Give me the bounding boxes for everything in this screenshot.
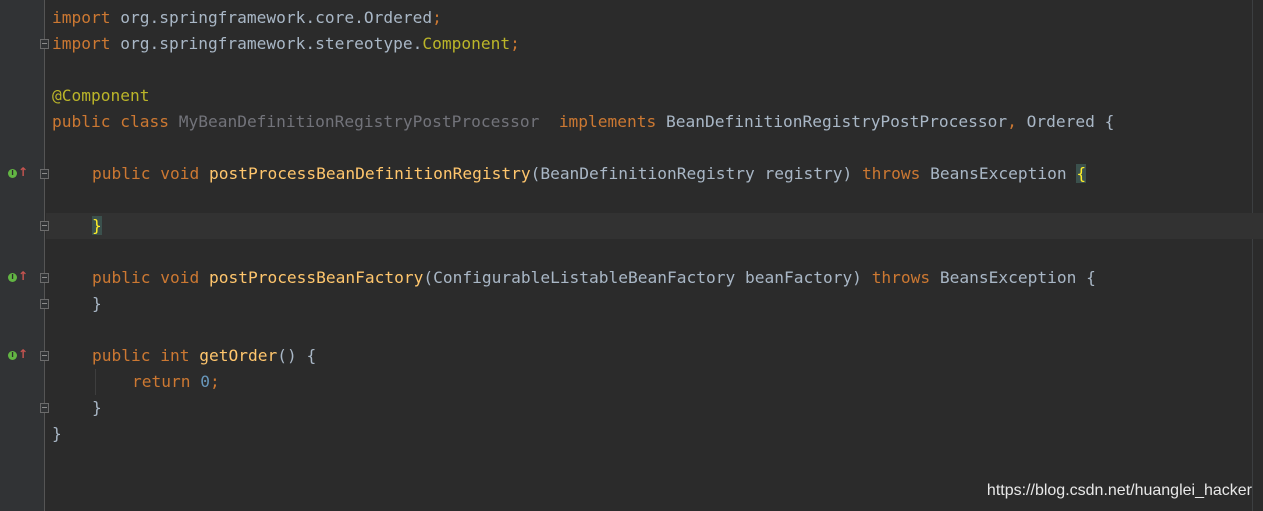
implements-circle-icon: I xyxy=(8,169,17,178)
semicolon: ; xyxy=(510,34,520,53)
keyword: return xyxy=(132,372,191,391)
arrow-up-icon: ↑ xyxy=(18,269,29,283)
fold-marker-icon[interactable] xyxy=(40,299,49,309)
keyword: int xyxy=(160,346,190,365)
implements-method-icon[interactable]: I ↑ xyxy=(8,347,29,363)
method-params: (ConfigurableListableBeanFactory beanFac… xyxy=(423,268,862,287)
code-line-close-brace: } xyxy=(92,213,102,239)
code-line-import-ordered: import org.springframework.core.Ordered; xyxy=(52,5,442,31)
implements-method-icon[interactable]: I ↑ xyxy=(8,269,29,285)
code-line-method-getorder: public int getOrder() { xyxy=(92,343,316,369)
brace: } xyxy=(52,424,62,443)
class-name: MyBeanDefinitionRegistryPostProcessor xyxy=(178,112,540,131)
semicolon: ; xyxy=(209,372,220,391)
method-params: (BeanDefinitionRegistry registry) xyxy=(530,164,853,183)
arrow-up-icon: ↑ xyxy=(18,347,29,361)
implements-method-icon[interactable]: I ↑ xyxy=(8,165,29,181)
matched-brace: } xyxy=(92,216,102,235)
keyword: public xyxy=(92,346,151,365)
method-name: postProcessBeanDefinitionRegistry xyxy=(208,164,531,183)
keyword: public xyxy=(92,268,151,287)
exception-name: BeansException xyxy=(939,268,1077,287)
brace: } xyxy=(92,294,102,313)
implements-circle-icon: I xyxy=(8,273,17,282)
keyword: void xyxy=(160,164,200,183)
fold-marker-icon[interactable] xyxy=(40,169,49,179)
code-line-method-registry: public void postProcessBeanDefinitionReg… xyxy=(92,161,1087,187)
code-line-annotation: @Component xyxy=(52,83,149,109)
interface-name: Ordered xyxy=(1026,112,1095,131)
code-editor[interactable]: I ↑ I ↑ I ↑ import org.springframework.c… xyxy=(0,0,1263,511)
keyword: implements xyxy=(558,112,657,131)
method-name: getOrder xyxy=(199,346,278,365)
editor-gutter[interactable] xyxy=(0,0,45,511)
current-line-highlight xyxy=(46,213,1263,239)
keyword: throws xyxy=(861,164,921,183)
package-name: org.springframework.stereotype. xyxy=(110,34,423,53)
arrow-up-icon: ↑ xyxy=(18,165,29,179)
watermark-url: https://blog.csdn.net/huanglei_hacker xyxy=(986,482,1252,499)
keyword: import xyxy=(52,8,111,27)
method-name: postProcessBeanFactory xyxy=(208,268,424,287)
keyword: public xyxy=(92,164,151,183)
keyword: public xyxy=(52,112,111,131)
fold-marker-icon[interactable] xyxy=(40,221,49,231)
number-literal: 0 xyxy=(200,372,210,391)
brace: { xyxy=(1086,268,1096,287)
matched-brace: { xyxy=(1076,164,1087,183)
interface-name: BeanDefinitionRegistryPostProcessor xyxy=(666,112,1008,131)
keyword: class xyxy=(120,112,169,131)
editor-right-margin xyxy=(1252,0,1253,511)
comma: , xyxy=(1007,112,1017,131)
fold-marker-icon[interactable] xyxy=(40,351,49,361)
code-line-close-brace: } xyxy=(92,291,102,317)
package-name: org.springframework.core.Ordered xyxy=(110,8,433,27)
indent-guide xyxy=(95,369,96,395)
brace: { xyxy=(306,346,317,365)
implements-circle-icon: I xyxy=(8,351,17,360)
annotation-class: Component xyxy=(422,34,511,53)
fold-marker-icon[interactable] xyxy=(40,39,49,49)
brace: } xyxy=(92,398,102,417)
fold-marker-icon[interactable] xyxy=(40,403,49,413)
keyword: throws xyxy=(871,268,931,287)
code-line-class-declaration: public class MyBeanDefinitionRegistryPos… xyxy=(52,109,1114,135)
code-line-class-close-brace: } xyxy=(52,421,62,447)
keyword: import xyxy=(52,34,111,53)
semicolon: ; xyxy=(432,8,442,27)
method-params: () xyxy=(277,346,297,365)
code-line-import-component: import org.springframework.stereotype.Co… xyxy=(52,31,520,57)
code-line-close-brace: } xyxy=(92,395,102,421)
annotation: @Component xyxy=(52,86,150,105)
code-line-method-factory: public void postProcessBeanFactory(Confi… xyxy=(92,265,1096,291)
keyword: void xyxy=(160,268,200,287)
brace: { xyxy=(1104,112,1115,131)
fold-marker-icon[interactable] xyxy=(40,273,49,283)
code-line-return: return 0; xyxy=(132,369,220,395)
exception-name: BeansException xyxy=(930,164,1067,183)
